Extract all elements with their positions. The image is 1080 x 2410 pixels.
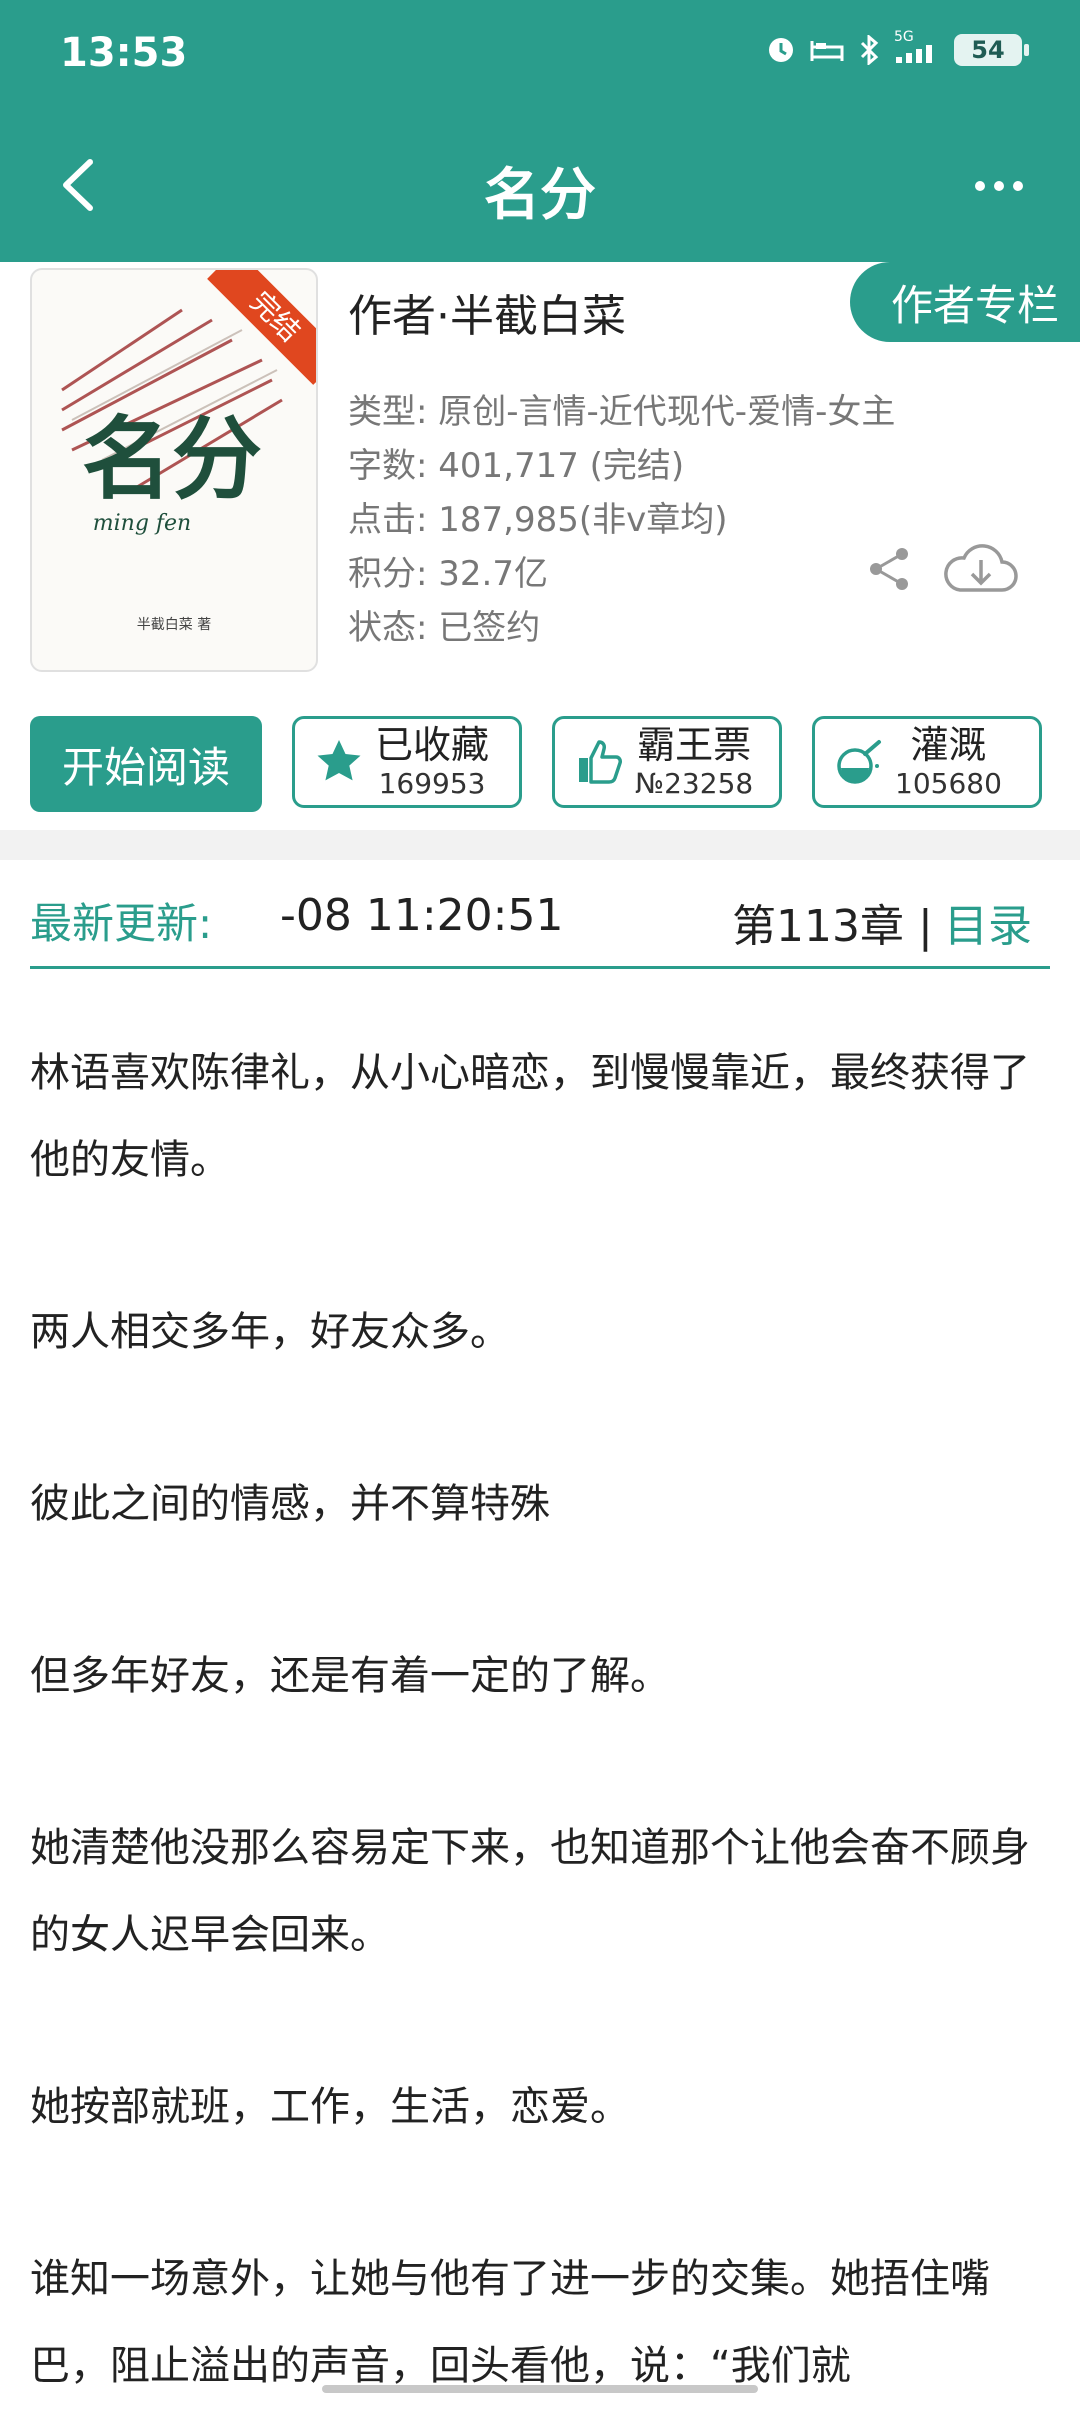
book-type: 类型: 原创-言情-近代现代-爱情-女主	[348, 392, 896, 432]
synopsis-paragraph: 林语喜欢陈律礼，从小心暗恋，到慢慢靠近，最终获得了他的友情。	[30, 1050, 1030, 1183]
more-options-button[interactable]	[974, 176, 1024, 196]
signal-indicator: 5G	[894, 29, 940, 65]
signal-icon	[896, 45, 932, 63]
synopsis-paragraph: 谁知一场意外，让她与他有了进一步的交集。她捂住嘴巴，阻止溢出的声音，回头看他，说…	[30, 2256, 990, 2389]
svg-text:ming fen: ming fen	[93, 511, 191, 536]
latest-update-bar[interactable]: 最新更新: -08 11:20:51 第113章 | 目录	[0, 860, 1080, 1000]
bed-icon	[810, 41, 844, 61]
status-icons: 5G 54	[766, 29, 1029, 66]
latest-chapter[interactable]: 第113章 |	[732, 890, 933, 954]
share-icon[interactable]	[866, 545, 914, 593]
vote-count: №23258	[635, 766, 754, 800]
synopsis-paragraph: 但多年好友，还是有着一定的了解。	[30, 1653, 670, 1699]
synopsis-paragraph: 她清楚他没那么容易定下来，也知道那个让他会奋不顾身的女人迟早会回来。	[30, 1825, 1030, 1958]
thumbs-up-icon	[579, 740, 622, 784]
favorite-count: 169953	[378, 766, 486, 800]
star-icon	[317, 740, 361, 781]
vote-button[interactable]: 霸王票 №23258	[552, 716, 782, 808]
nutrient-label: 灌溉	[910, 723, 987, 768]
nutrient-button[interactable]: 灌溉 105680	[812, 716, 1042, 808]
bluetooth-icon	[860, 35, 879, 65]
start-reading-button[interactable]: 开始阅读	[30, 716, 262, 812]
battery-indicator: 54	[954, 34, 1029, 66]
update-underline	[30, 966, 1050, 969]
synopsis-paragraph: 彼此之间的情感，并不算特殊	[30, 1481, 550, 1527]
synopsis-paragraph: 两人相交多年，好友众多。	[30, 1309, 510, 1355]
home-indicator[interactable]	[322, 2385, 758, 2393]
favorite-button[interactable]: 已收藏 169953	[292, 716, 522, 808]
favorite-label: 已收藏	[375, 723, 490, 768]
book-cover[interactable]: 名分 ming fen 完结 半截白菜 著	[30, 268, 318, 672]
section-divider	[0, 830, 1080, 860]
click-count: 点击: 187,985(非v章均)	[348, 500, 728, 540]
top-app-bar: 13:53 5G 54 名分	[0, 0, 1080, 262]
flask-icon	[837, 740, 881, 784]
action-row: 开始阅读 已收藏 169953 霸王票 №23258 灌溉 105680	[30, 716, 1042, 812]
latest-update-label: 最新更新:	[30, 899, 213, 948]
author-column-button[interactable]: 作者专栏	[850, 262, 1080, 342]
cover-author: 半截白菜 著	[136, 617, 212, 633]
word-count: 字数: 401,717 (完结)	[348, 446, 685, 486]
catalog-link[interactable]: 目录	[944, 890, 1032, 954]
synopsis-paragraph: 她按部就班，工作，生活，恋爱。	[30, 2084, 630, 2130]
sign-status: 状态: 已签约	[348, 608, 541, 648]
latest-update-time: -08 11:20:51	[280, 890, 564, 941]
book-info-card: 名分 ming fen 完结 半截白菜 著 作者·半截白菜 作者专栏 类型: 原…	[0, 262, 1080, 830]
status-time: 13:53	[60, 30, 188, 76]
page-title: 名分	[484, 163, 596, 228]
points: 积分: 32.7亿	[348, 554, 548, 594]
book-synopsis: 林语喜欢陈律礼，从小心暗恋，到慢慢靠近，最终获得了他的友情。 两人相交多年，好友…	[30, 1030, 1050, 2410]
svg-text:名分: 名分	[82, 406, 262, 512]
author-name[interactable]: 作者·半截白菜	[348, 280, 626, 344]
download-icon[interactable]	[940, 538, 1020, 598]
vote-label: 霸王票	[637, 723, 752, 768]
alarm-icon	[769, 38, 793, 62]
nutrient-count: 105680	[895, 766, 1002, 800]
